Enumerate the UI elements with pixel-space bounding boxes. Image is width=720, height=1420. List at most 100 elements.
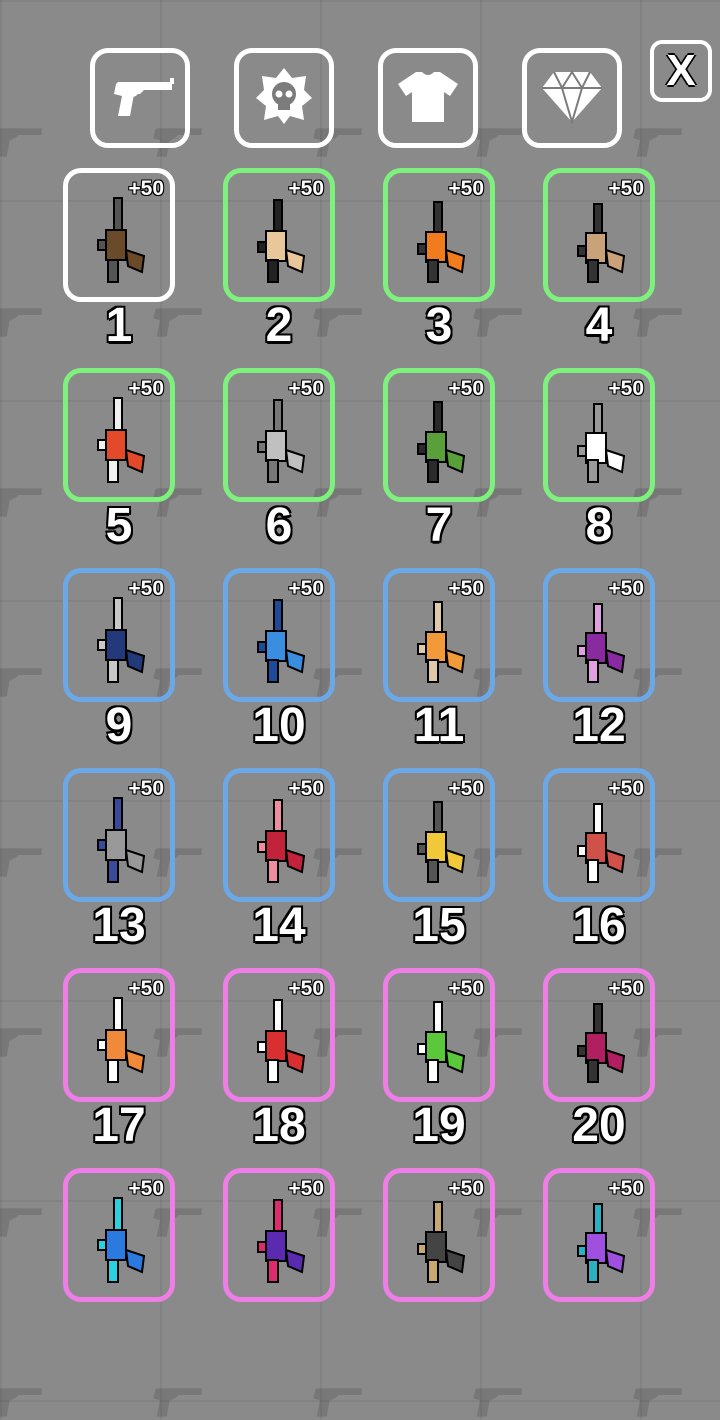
weapon-slot: +50 4 bbox=[543, 166, 703, 366]
slot-number: 20 bbox=[572, 1099, 626, 1152]
weapon-card[interactable]: +50 bbox=[543, 568, 655, 702]
bg-revolver-icon bbox=[0, 1208, 42, 1237]
weapon-slot: +50 19 bbox=[383, 966, 543, 1166]
weapon-card[interactable]: +50 bbox=[383, 368, 495, 502]
weapon-card[interactable]: +50 bbox=[543, 368, 655, 502]
weapon-slot: +50 6 bbox=[223, 366, 383, 566]
tab-outfits[interactable] bbox=[378, 48, 478, 148]
weapon-slot: +50 17 bbox=[63, 966, 223, 1166]
weapon-slot: +50 2 bbox=[223, 166, 383, 366]
weapon-card[interactable]: +50 bbox=[383, 568, 495, 702]
slot-number: 17 bbox=[92, 1099, 146, 1152]
weapon-card[interactable]: +50 bbox=[63, 568, 175, 702]
slot-number: 5 bbox=[105, 499, 133, 552]
bg-revolver-icon bbox=[0, 848, 42, 877]
weapon-icon bbox=[97, 396, 146, 483]
bg-revolver-icon bbox=[473, 1388, 522, 1417]
weapon-card[interactable]: +50 bbox=[543, 1168, 655, 1302]
weapon-card[interactable]: +50 bbox=[223, 968, 335, 1102]
weapon-card[interactable]: +50 bbox=[223, 1168, 335, 1302]
weapon-icon bbox=[577, 802, 626, 883]
slot-number: 12 bbox=[572, 699, 626, 752]
weapon-icon bbox=[257, 598, 306, 683]
weapon-card[interactable]: +50 bbox=[63, 1168, 175, 1302]
weapon-card[interactable]: +50 bbox=[223, 168, 335, 302]
weapon-icon bbox=[417, 200, 466, 283]
bg-revolver-icon bbox=[0, 488, 42, 517]
weapon-slot: +50 14 bbox=[223, 766, 383, 966]
bg-revolver-icon bbox=[0, 1388, 42, 1417]
slot-number: 19 bbox=[412, 1099, 466, 1152]
weapon-icon bbox=[577, 602, 626, 683]
weapon-icon bbox=[577, 1002, 626, 1083]
weapon-icon bbox=[97, 796, 146, 883]
weapon-card[interactable]: +50 bbox=[383, 968, 495, 1102]
weapon-card[interactable]: +50 bbox=[383, 168, 495, 302]
weapon-card[interactable]: +50 bbox=[63, 768, 175, 902]
weapon-card[interactable]: +50 bbox=[543, 968, 655, 1102]
slot-number: 3 bbox=[425, 299, 453, 352]
weapon-icon bbox=[257, 1198, 306, 1283]
weapon-slot: +50 1 bbox=[63, 166, 223, 366]
weapon-card[interactable]: +50 bbox=[543, 168, 655, 302]
weapon-slot: +50 bbox=[383, 1166, 543, 1366]
close-button[interactable]: X bbox=[650, 40, 712, 102]
slot-number: 1 bbox=[105, 299, 133, 352]
weapon-icon bbox=[97, 1196, 146, 1283]
weapon-card[interactable]: +50 bbox=[223, 368, 335, 502]
weapon-icon bbox=[577, 402, 626, 483]
slot-number: 7 bbox=[425, 499, 453, 552]
tshirt-icon bbox=[396, 68, 460, 129]
weapon-card[interactable]: +50 bbox=[63, 368, 175, 502]
weapon-icon bbox=[417, 1200, 466, 1283]
close-label: X bbox=[666, 46, 696, 95]
bg-revolver-icon bbox=[0, 1028, 42, 1057]
weapon-slot: +50 20 bbox=[543, 966, 703, 1166]
slot-number: 8 bbox=[585, 499, 613, 552]
category-tabs: X bbox=[0, 0, 720, 160]
weapon-icon bbox=[417, 1000, 466, 1083]
weapon-card[interactable]: +50 bbox=[63, 168, 175, 302]
weapon-slot: +50 8 bbox=[543, 366, 703, 566]
weapon-icon bbox=[257, 998, 306, 1083]
revolver-icon bbox=[104, 72, 176, 125]
slot-number: 6 bbox=[265, 499, 293, 552]
weapon-slot: +50 5 bbox=[63, 366, 223, 566]
weapon-slot: +50 10 bbox=[223, 566, 383, 766]
slot-number: 2 bbox=[265, 299, 293, 352]
weapon-slot: +50 12 bbox=[543, 566, 703, 766]
tab-gems[interactable] bbox=[522, 48, 622, 148]
slot-number: 4 bbox=[585, 299, 613, 352]
weapon-icon bbox=[97, 596, 146, 683]
bg-revolver-icon bbox=[633, 1388, 682, 1417]
weapon-icon bbox=[417, 400, 466, 483]
weapon-slot: +50 9 bbox=[63, 566, 223, 766]
slot-number: 11 bbox=[413, 699, 465, 752]
weapon-slot: +50 3 bbox=[383, 166, 543, 366]
weapon-slot: +50 bbox=[63, 1166, 223, 1366]
weapon-icon bbox=[577, 1202, 626, 1283]
bg-revolver-icon bbox=[313, 1388, 362, 1417]
slot-number: 10 bbox=[252, 699, 306, 752]
slot-number: 15 bbox=[412, 899, 466, 952]
weapon-slot: +50 16 bbox=[543, 766, 703, 966]
slot-number: 18 bbox=[252, 1099, 306, 1152]
weapon-slot: +50 bbox=[543, 1166, 703, 1366]
slot-number: 13 bbox=[92, 899, 146, 952]
slot-number: 14 bbox=[252, 899, 306, 952]
weapon-card[interactable]: +50 bbox=[223, 768, 335, 902]
weapon-card[interactable]: +50 bbox=[543, 768, 655, 902]
tab-weapons[interactable] bbox=[90, 48, 190, 148]
weapon-slot: +50 13 bbox=[63, 766, 223, 966]
weapon-slot: +50 11 bbox=[383, 566, 543, 766]
weapon-icon bbox=[577, 202, 626, 283]
weapon-slot: +50 bbox=[223, 1166, 383, 1366]
tab-skins[interactable] bbox=[234, 48, 334, 148]
weapon-card[interactable]: +50 bbox=[63, 968, 175, 1102]
weapon-icon bbox=[257, 398, 306, 483]
weapon-slot: +50 7 bbox=[383, 366, 543, 566]
weapon-card[interactable]: +50 bbox=[223, 568, 335, 702]
slot-number: 16 bbox=[572, 899, 626, 952]
weapon-card[interactable]: +50 bbox=[383, 768, 495, 902]
weapon-card[interactable]: +50 bbox=[383, 1168, 495, 1302]
